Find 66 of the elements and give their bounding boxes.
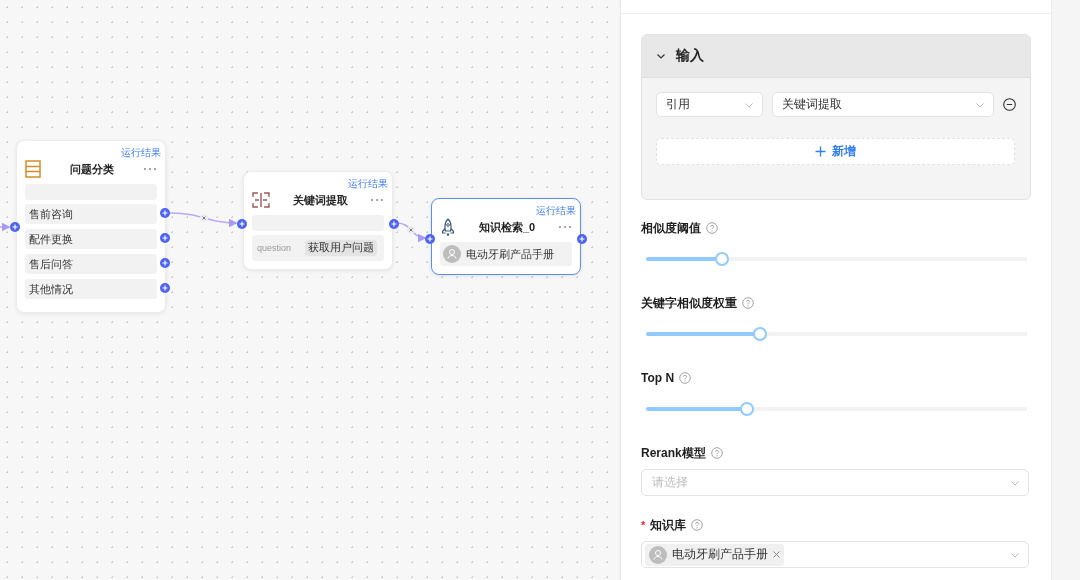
connection-handle[interactable] xyxy=(10,222,20,232)
connection-handle[interactable] xyxy=(160,258,170,268)
remove-icon[interactable] xyxy=(1003,98,1016,111)
tag-label: 电动牙刷产品手册 xyxy=(672,546,768,563)
flow-node[interactable]: 运行结果 问题分类 售前咨询 配件更换 售后问答 其他情况 xyxy=(16,140,166,313)
slider-thumb[interactable] xyxy=(715,252,730,266)
connection-handle[interactable] xyxy=(577,234,587,244)
help-icon[interactable] xyxy=(679,372,692,384)
delete-edge-icon[interactable] xyxy=(200,214,208,222)
run-result-link[interactable]: 运行结果 xyxy=(252,178,388,189)
field-label: 关键字相似度权重 xyxy=(641,296,737,310)
param-name: question xyxy=(257,243,293,253)
category-item: 售前咨询 xyxy=(25,204,157,224)
select-placeholder: 请选择 xyxy=(652,474,688,491)
avatar-icon xyxy=(649,545,667,564)
extract-icon xyxy=(252,192,270,208)
plus-icon xyxy=(815,146,826,157)
avatar-icon xyxy=(443,245,461,263)
node-title: 关键词提取 xyxy=(291,192,349,208)
edge-connector xyxy=(169,212,238,228)
field-label: 相似度阈值 xyxy=(641,221,701,235)
category-item: 售后问答 xyxy=(25,254,157,274)
param-value: 获取用户问题 xyxy=(305,240,377,256)
add-button[interactable]: 新增 xyxy=(656,138,1015,165)
edge-connector xyxy=(0,222,11,232)
delete-edge-icon[interactable] xyxy=(407,226,415,234)
edge-connector xyxy=(396,222,427,242)
help-icon[interactable] xyxy=(710,447,723,459)
section-title: 输入 xyxy=(676,47,704,65)
field-label: Top N xyxy=(641,371,675,385)
connection-handle[interactable] xyxy=(425,234,435,244)
more-icon[interactable] xyxy=(558,225,572,229)
connection-handle[interactable] xyxy=(389,219,399,229)
chevron-icon xyxy=(656,51,666,61)
field-label: 知识库 xyxy=(650,518,687,532)
help-icon[interactable] xyxy=(706,222,718,234)
node-title: 知识检索_0 xyxy=(477,219,537,235)
run-result-link[interactable]: 运行结果 xyxy=(440,205,576,216)
select-value: 关键词提取 xyxy=(782,96,842,113)
source-select[interactable]: 关键词提取 xyxy=(772,92,994,117)
category-item: 其他情况 xyxy=(25,279,157,299)
connection-handle[interactable] xyxy=(160,283,170,293)
field-label: Rerank模型 xyxy=(641,446,706,460)
list-icon xyxy=(25,160,41,178)
slider-thumb[interactable] xyxy=(753,327,768,341)
close-icon[interactable] xyxy=(773,551,780,558)
connection-handle[interactable] xyxy=(160,233,170,243)
type-select[interactable]: 引用 xyxy=(656,92,763,117)
flow-node[interactable]: 运行结果 知识检索_0 电动牙刷产品手册 xyxy=(431,198,581,275)
flow-node[interactable]: 运行结果 关键词提取 question 获取用户问题 xyxy=(243,171,393,270)
section-header[interactable]: 输入 xyxy=(642,35,1030,78)
knowledge-base-name: 电动牙刷产品手册 xyxy=(466,246,554,262)
help-icon[interactable] xyxy=(742,297,754,309)
select-value: 引用 xyxy=(666,96,690,113)
category-item: 配件更换 xyxy=(25,229,157,249)
help-icon[interactable] xyxy=(691,519,704,531)
knowledge-base-select[interactable]: 电动牙刷产品手册 xyxy=(641,541,1029,568)
more-icon[interactable] xyxy=(370,198,384,202)
connection-handle[interactable] xyxy=(160,208,170,218)
node-title: 问题分类 xyxy=(69,161,115,177)
rocket-icon xyxy=(440,218,456,236)
connection-handle[interactable] xyxy=(237,219,247,229)
run-result-link[interactable]: 运行结果 xyxy=(25,147,161,158)
slider-thumb[interactable] xyxy=(739,402,754,416)
required-mark: * xyxy=(641,518,646,532)
more-icon[interactable] xyxy=(143,167,157,171)
